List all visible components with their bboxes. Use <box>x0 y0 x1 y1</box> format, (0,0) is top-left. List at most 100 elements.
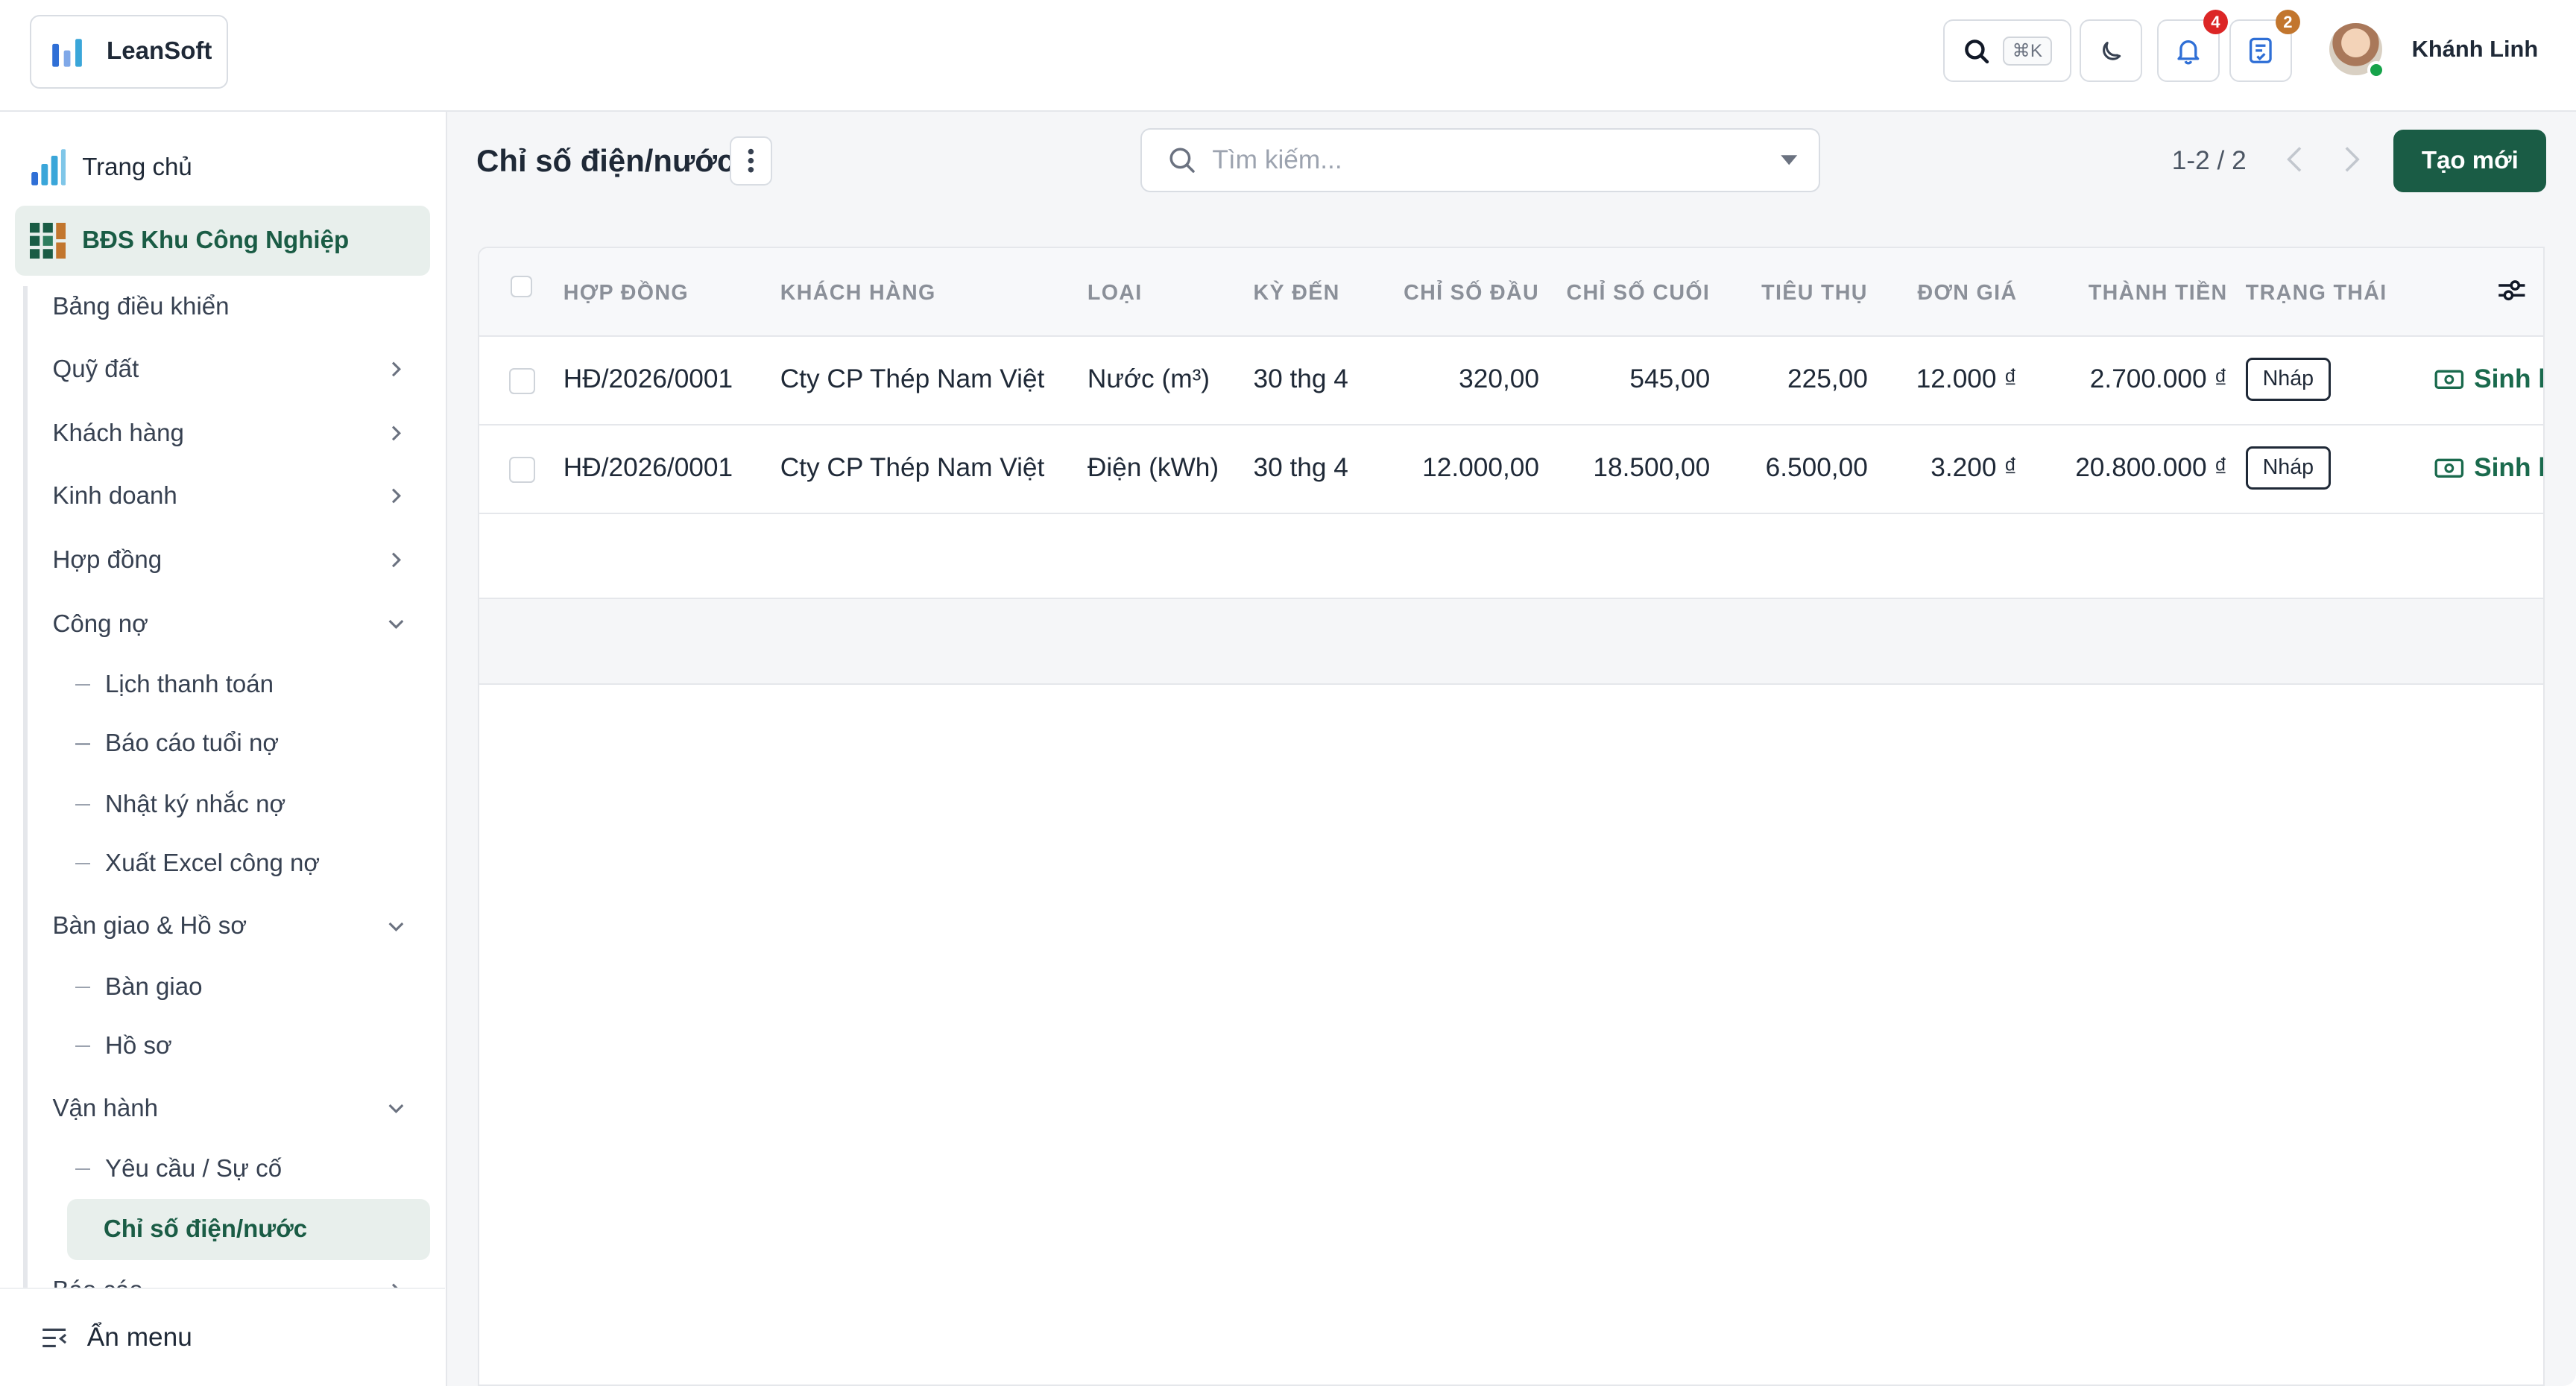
tree-dash <box>75 743 91 745</box>
column-header[interactable]: CHỈ SỐ ĐẦU <box>1375 281 1539 306</box>
user-name[interactable]: Khánh Linh <box>2412 36 2539 63</box>
status-badge: Nháp <box>2245 446 2331 490</box>
sidebar-subitem-xuat-excel[interactable]: Xuất Excel công nợ <box>75 844 320 884</box>
sidebar-item-label: Quỹ đất <box>52 355 139 383</box>
sidebar-module-label: BĐS Khu Công Nghiệp <box>82 226 350 254</box>
sidebar-subitem-label: Báo cáo tuổi nợ <box>105 730 279 758</box>
chevron-right-icon[interactable] <box>2340 145 2363 174</box>
leansoft-logo-icon <box>52 39 82 68</box>
sidebar-subitem-yeu-cau-su-co[interactable]: Yêu cầu / Sự cố <box>75 1150 282 1189</box>
bell-icon <box>2177 40 2200 65</box>
task-list-icon <box>2249 38 2272 64</box>
cell-type: Nước (m³) <box>1087 364 1210 394</box>
sidebar-module-bds[interactable]: BĐS Khu Công Nghiệp <box>14 205 431 276</box>
column-header[interactable]: KỲ ĐẾN <box>1253 281 1339 306</box>
cell-total: 2.700.000 ₫ <box>2089 364 2228 394</box>
notifications-badge: 4 <box>2203 10 2228 35</box>
search-input[interactable] <box>1212 145 1755 175</box>
search-icon <box>1169 148 1195 173</box>
row-checkbox[interactable] <box>509 367 536 394</box>
sidebar-item-khach-hang[interactable]: Khách hàng <box>53 414 414 453</box>
sidebar-item-label: Bàn giao & Hồ sơ <box>52 912 247 940</box>
caret-down-icon[interactable] <box>1779 154 1799 167</box>
create-new-button[interactable]: Tạo mới <box>2393 130 2547 192</box>
tree-dash <box>75 1168 91 1171</box>
tasks-badge: 2 <box>2275 10 2300 35</box>
search-button[interactable]: ⌘K <box>1943 19 2072 83</box>
more-vertical-icon <box>748 149 754 173</box>
column-header[interactable]: KHÁCH HÀNG <box>780 281 936 306</box>
readings-table: HỢP ĐỒNG KHÁCH HÀNG LOẠI KỲ ĐẾN CHỈ SỐ Đ… <box>478 246 2545 1386</box>
theme-toggle-button[interactable] <box>2080 19 2143 83</box>
sidebar-item-quy-dat[interactable]: Quỹ đất <box>53 349 414 389</box>
sidebar-item-home[interactable]: Trang chủ <box>30 148 192 187</box>
table-row[interactable]: HĐ/2026/0001 Cty CP Thép Nam Việt Điện (… <box>479 425 2544 514</box>
column-settings-icon[interactable] <box>2497 277 2527 303</box>
sidebar-item-ban-giao-ho-so[interactable]: Bàn giao & Hồ sơ <box>53 907 414 946</box>
generate-invoice-link[interactable]: Sinh k <box>2434 453 2543 483</box>
tree-dash <box>75 1045 91 1048</box>
tasks-button[interactable]: 2 <box>2229 10 2300 83</box>
column-header[interactable]: TIÊU THỤ <box>1703 281 1867 306</box>
module-grid-icon <box>29 222 66 259</box>
sidebar-subitem-label: Xuất Excel công nợ <box>105 849 321 878</box>
brand-switcher[interactable]: LeanSoft <box>29 14 229 89</box>
status-badge: Nháp <box>2245 358 2331 401</box>
sidebar-home-label: Trang chủ <box>82 153 192 181</box>
empty-row <box>479 599 2544 685</box>
column-header[interactable]: ĐƠN GIÁ <box>1853 281 2017 306</box>
cell-start-reading: 12.000,00 <box>1422 453 1539 483</box>
sidebar-item-label: Công nợ <box>52 610 148 638</box>
select-all-checkbox[interactable] <box>511 276 532 297</box>
table-row[interactable]: HĐ/2026/0001 Cty CP Thép Nam Việt Nước (… <box>479 336 2544 425</box>
sidebar-item-cong-no[interactable]: Công nợ <box>53 604 414 644</box>
cash-icon <box>2434 458 2464 478</box>
shortcut-hint: ⌘K <box>2002 37 2053 66</box>
main-content: Chỉ số điện/nước 1-2 / 2 Tạo mới HỢP ĐỒN… <box>446 111 2576 1386</box>
sidebar-item-label: Kinh doanh <box>52 481 177 510</box>
sidebar-subitem-label: Yêu cầu / Sự cố <box>105 1155 282 1183</box>
hide-menu-button[interactable]: Ẩn menu <box>0 1287 446 1386</box>
sidebar-item-dashboard[interactable]: Bảng điều khiển <box>53 288 414 327</box>
moon-icon <box>2102 41 2121 60</box>
pagination-info: 1-2 / 2 <box>2171 146 2247 176</box>
search-box[interactable] <box>1140 127 1821 192</box>
sidebar-item-van-hanh[interactable]: Vận hành <box>53 1089 414 1128</box>
row-checkbox[interactable] <box>509 456 536 483</box>
sidebar-subitem-chi-so-dien-nuoc[interactable]: Chỉ số điện/nước <box>67 1198 431 1260</box>
chevron-down-icon <box>388 1104 404 1114</box>
page-actions-button[interactable] <box>729 136 772 186</box>
column-header[interactable]: CHỈ SỐ CUỐI <box>1546 281 1710 306</box>
column-header[interactable]: HỢP ĐỒNG <box>564 281 689 306</box>
cash-icon <box>2434 370 2464 389</box>
cell-contract[interactable]: HĐ/2026/0001 <box>564 364 733 394</box>
cell-contract[interactable]: HĐ/2026/0001 <box>564 453 733 483</box>
collapse-menu-icon <box>42 1328 67 1347</box>
sidebar-subitem-lich-thanh-toan[interactable]: Lịch thanh toán <box>75 665 274 705</box>
sidebar-subitem-nhat-ky-nhac-no[interactable]: Nhật ký nhắc nợ <box>75 785 285 825</box>
cell-unit-price: 12.000 ₫ <box>1916 364 2018 394</box>
column-header[interactable]: TRẠNG THÁI <box>2246 281 2387 306</box>
notifications-button[interactable]: 4 <box>2156 10 2228 83</box>
brand-name: LeanSoft <box>107 37 212 66</box>
sidebar-subitem-ban-giao[interactable]: Bàn giao <box>75 967 203 1007</box>
empty-row <box>479 513 2544 600</box>
column-header[interactable]: LOẠI <box>1087 281 1143 306</box>
generate-invoice-link[interactable]: Sinh k <box>2434 364 2543 394</box>
chevron-down-icon <box>388 620 404 630</box>
sidebar-subitem-bao-cao-tuoi-no[interactable]: Báo cáo tuổi nợ <box>75 724 279 764</box>
chevron-left-icon[interactable] <box>2284 145 2307 174</box>
user-avatar[interactable] <box>2329 22 2386 79</box>
sidebar-subitem-label: Chỉ số điện/nước <box>103 1215 308 1243</box>
tree-dash <box>75 683 91 686</box>
tree-dash <box>75 863 91 865</box>
cell-usage: 6.500,00 <box>1765 453 1868 483</box>
cell-type: Điện (kWh) <box>1087 453 1219 483</box>
table-header: HỢP ĐỒNG KHÁCH HÀNG LOẠI KỲ ĐẾN CHỈ SỐ Đ… <box>479 247 2544 337</box>
column-header[interactable]: THÀNH TIỀN <box>2063 281 2227 306</box>
cell-unit-price: 3.200 ₫ <box>1931 453 2018 483</box>
sidebar-subitem-label: Lịch thanh toán <box>105 671 274 699</box>
sidebar-item-hop-dong[interactable]: Hợp đồng <box>53 540 414 580</box>
sidebar-item-kinh-doanh[interactable]: Kinh doanh <box>53 476 414 516</box>
sidebar-subitem-ho-so[interactable]: Hồ sơ <box>75 1027 172 1066</box>
